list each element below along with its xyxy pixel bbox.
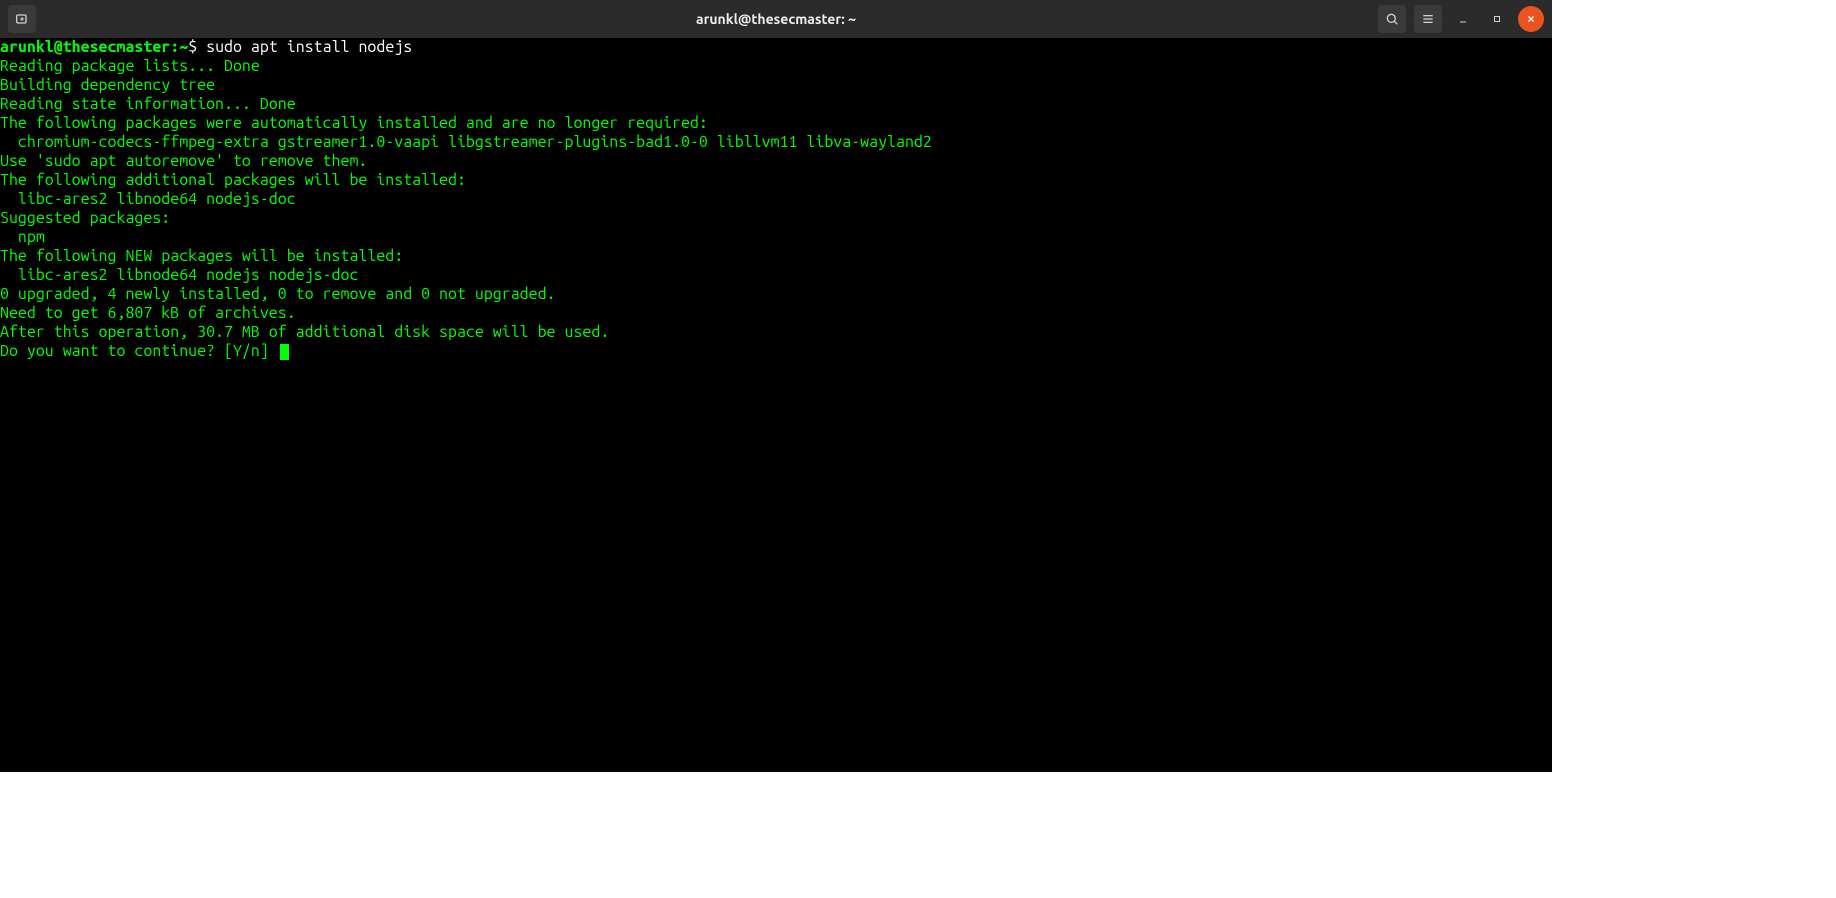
close-icon	[1525, 13, 1537, 25]
terminal-output-line: Suggested packages:	[0, 209, 1552, 228]
close-button[interactable]	[1518, 6, 1544, 32]
search-button[interactable]	[1378, 5, 1406, 33]
titlebar-left	[0, 5, 36, 33]
titlebar-right	[1378, 5, 1552, 33]
terminal-output-line: Reading package lists... Done	[0, 57, 1552, 76]
menu-button[interactable]	[1414, 5, 1442, 33]
command-text: sudo apt install nodejs	[206, 38, 412, 56]
terminal-output-line: Use 'sudo apt autoremove' to remove them…	[0, 152, 1552, 171]
terminal-output-line: Do you want to continue? [Y/n]	[0, 342, 1552, 361]
terminal-output-line: libc-ares2 libnode64 nodejs-doc	[0, 190, 1552, 209]
terminal-output-line: npm	[0, 228, 1552, 247]
terminal-output-line: Reading state information... Done	[0, 95, 1552, 114]
terminal-body[interactable]: arunkl@thesecmaster:~$ sudo apt install …	[0, 38, 1552, 772]
terminal-output-line: After this operation, 30.7 MB of additio…	[0, 323, 1552, 342]
terminal-output-line: 0 upgraded, 4 newly installed, 0 to remo…	[0, 285, 1552, 304]
maximize-button[interactable]	[1484, 6, 1510, 32]
terminal-output-line: Building dependency tree	[0, 76, 1552, 95]
minimize-button[interactable]	[1450, 6, 1476, 32]
maximize-icon	[1491, 13, 1503, 25]
prompt-symbol: $	[188, 38, 197, 56]
prompt-line: arunkl@thesecmaster:~$ sudo apt install …	[0, 38, 1552, 57]
terminal-output-line: The following additional packages will b…	[0, 171, 1552, 190]
search-icon	[1384, 11, 1400, 27]
new-tab-icon	[14, 11, 30, 27]
titlebar: arunkl@thesecmaster: ~	[0, 0, 1552, 38]
new-tab-button[interactable]	[8, 5, 36, 33]
prompt-path: ~	[179, 38, 188, 56]
cursor	[280, 344, 289, 360]
hamburger-icon	[1420, 11, 1436, 27]
window-title: arunkl@thesecmaster: ~	[0, 11, 1552, 27]
terminal-window: arunkl@thesecmaster: ~	[0, 0, 1552, 772]
terminal-output-line: chromium-codecs-ffmpeg-extra gstreamer1.…	[0, 133, 1552, 152]
minimize-icon	[1457, 13, 1469, 25]
terminal-output: Reading package lists... DoneBuilding de…	[0, 57, 1552, 361]
terminal-output-line: libc-ares2 libnode64 nodejs nodejs-doc	[0, 266, 1552, 285]
terminal-output-line: The following packages were automaticall…	[0, 114, 1552, 133]
prompt-user-host: arunkl@thesecmaster	[0, 38, 170, 56]
terminal-output-line: The following NEW packages will be insta…	[0, 247, 1552, 266]
terminal-output-line: Need to get 6,807 kB of archives.	[0, 304, 1552, 323]
